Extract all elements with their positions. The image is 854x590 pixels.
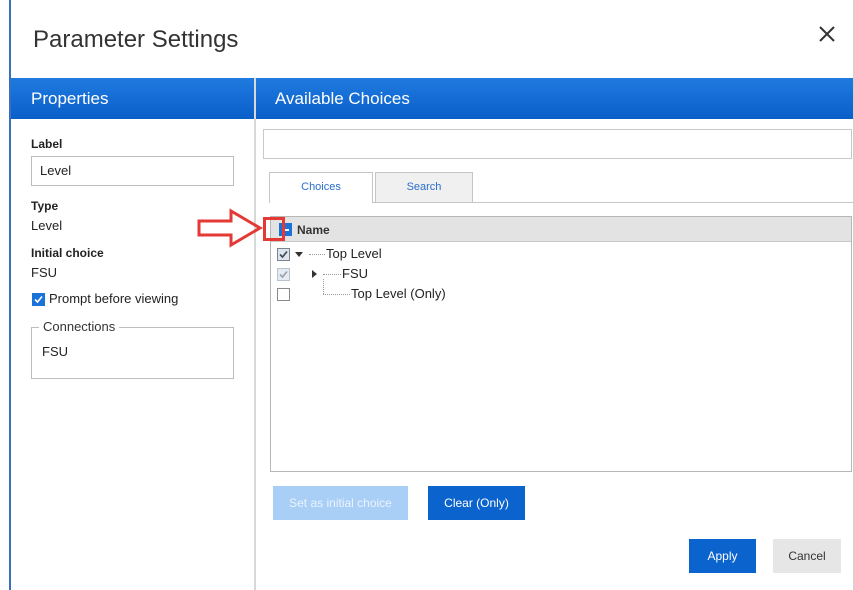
tree-item-label[interactable]: Top Level bbox=[326, 246, 382, 261]
tree-connector bbox=[309, 254, 325, 255]
connections-legend: Connections bbox=[39, 319, 120, 334]
expand-right-icon[interactable] bbox=[309, 267, 319, 286]
highlight-box bbox=[263, 217, 285, 241]
search-input[interactable] bbox=[263, 129, 852, 159]
tree-connector bbox=[323, 294, 350, 295]
column-name-header[interactable]: Name bbox=[297, 223, 330, 237]
arrow-right-icon bbox=[197, 208, 263, 253]
tab-choices[interactable]: Choices bbox=[269, 172, 373, 203]
clear-only-button[interactable]: Clear (Only) bbox=[428, 486, 525, 520]
tree-connector bbox=[323, 279, 324, 294]
apply-button[interactable]: Apply bbox=[689, 539, 756, 573]
tree-item-label[interactable]: FSU bbox=[342, 266, 368, 281]
connection-item: FSU bbox=[42, 344, 68, 359]
dialog-title: Parameter Settings bbox=[33, 26, 239, 53]
row-checkbox[interactable] bbox=[277, 288, 290, 301]
choices-grid: Name Top Level FSU Top Level (Only) bbox=[270, 216, 852, 472]
properties-header: Properties bbox=[11, 78, 254, 119]
label-title: Label bbox=[31, 137, 63, 151]
panel-divider bbox=[254, 78, 256, 590]
initial-choice-value: FSU bbox=[31, 265, 57, 280]
type-title: Type bbox=[31, 199, 59, 213]
close-icon[interactable] bbox=[815, 22, 839, 46]
expand-down-icon[interactable] bbox=[293, 247, 305, 266]
set-initial-choice-button[interactable]: Set as initial choice bbox=[273, 486, 408, 520]
dialog: Parameter Settings Properties Available … bbox=[9, 0, 854, 590]
row-checkbox[interactable] bbox=[277, 248, 290, 261]
type-value: Level bbox=[31, 218, 63, 233]
prompt-label[interactable]: Prompt before viewing bbox=[49, 291, 178, 306]
initial-choice-title: Initial choice bbox=[31, 246, 104, 260]
cancel-button[interactable]: Cancel bbox=[773, 539, 841, 573]
label-field[interactable]: Level bbox=[31, 156, 234, 186]
tree-item-label[interactable]: Top Level (Only) bbox=[351, 286, 446, 301]
grid-header: Name bbox=[271, 217, 851, 242]
available-choices-header: Available Choices bbox=[256, 78, 853, 119]
tab-search[interactable]: Search bbox=[375, 172, 473, 202]
row-checkbox[interactable] bbox=[277, 268, 290, 281]
prompt-checkbox[interactable] bbox=[32, 293, 45, 306]
tree-connector bbox=[323, 274, 341, 275]
